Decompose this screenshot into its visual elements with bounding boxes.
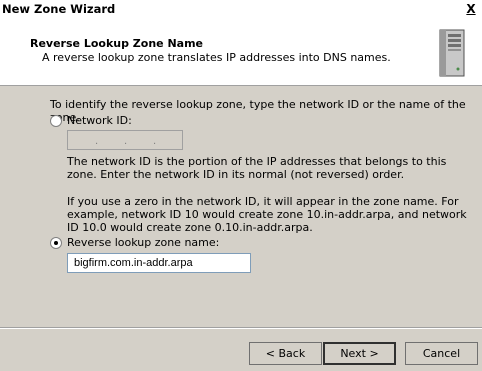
server-icon: [439, 29, 465, 77]
page-subtitle: A reverse lookup zone translates IP addr…: [42, 51, 391, 64]
network-id-example-text: If you use a zero in the network ID, it …: [67, 195, 467, 234]
network-id-radio[interactable]: [50, 115, 62, 127]
divider: [0, 327, 482, 329]
wizard-header: Reverse Lookup Zone Name A reverse looku…: [0, 20, 482, 86]
zone-name-radio[interactable]: [50, 237, 62, 249]
network-id-label: Network ID:: [67, 114, 132, 127]
network-id-field[interactable]: . . .: [67, 130, 183, 150]
page-title: Reverse Lookup Zone Name: [30, 37, 204, 50]
next-button[interactable]: Next >: [323, 342, 396, 365]
octet-separator: .: [95, 136, 99, 147]
close-icon[interactable]: X: [464, 2, 478, 16]
network-id-help-text: The network ID is the portion of the IP …: [67, 155, 447, 181]
window-title: New Zone Wizard: [2, 2, 116, 16]
octet-separator: .: [124, 136, 128, 147]
zone-name-label: Reverse lookup zone name:: [67, 236, 220, 249]
back-button[interactable]: < Back: [249, 342, 322, 365]
cancel-button[interactable]: Cancel: [405, 342, 478, 365]
title-bar: New Zone Wizard X: [0, 0, 482, 20]
octet-separator: .: [153, 136, 157, 147]
zone-name-input[interactable]: [67, 253, 251, 273]
